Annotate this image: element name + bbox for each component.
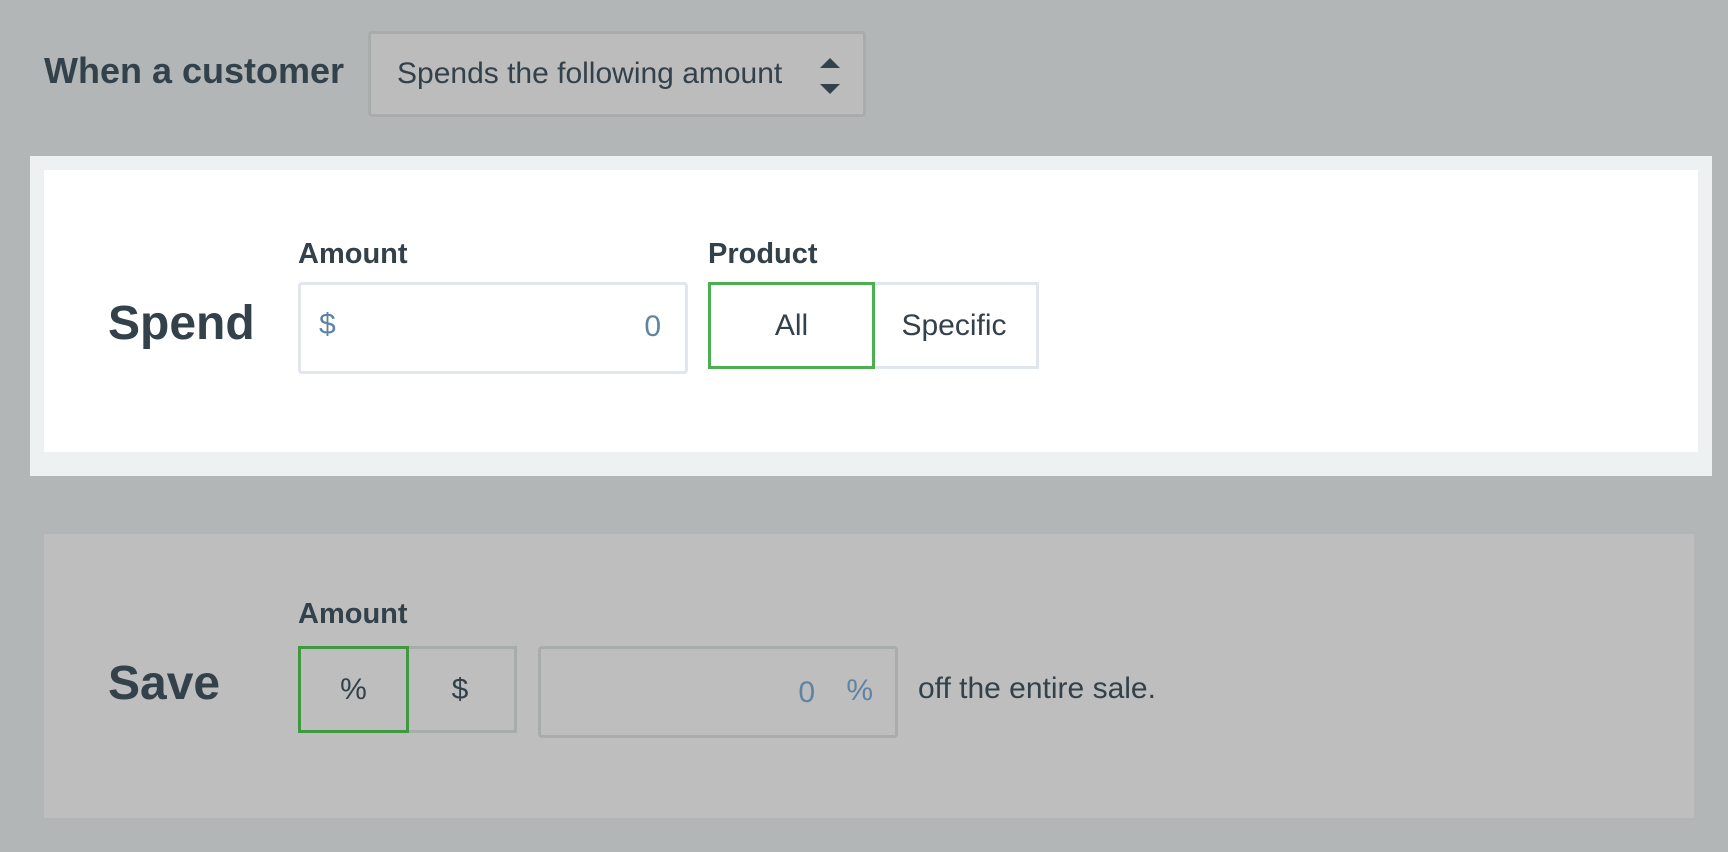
spend-panel-body: Spend Amount $ 0 Product All Specific — [44, 170, 1698, 452]
save-amount-input[interactable]: 0 % — [538, 646, 898, 738]
product-option-all[interactable]: All — [708, 282, 875, 369]
rule-type-select-value: Spends the following amount — [397, 57, 783, 90]
spend-amount-input[interactable]: $ 0 — [298, 282, 688, 374]
product-option-specific[interactable]: Specific — [872, 282, 1039, 369]
discount-type-dollar[interactable]: $ — [406, 646, 517, 733]
discount-type-percent[interactable]: % — [298, 646, 409, 733]
spend-amount-value: 0 — [644, 310, 661, 343]
currency-prefix: $ — [319, 308, 336, 341]
sort-arrows-icon — [819, 56, 841, 98]
percent-suffix: % — [846, 674, 873, 707]
trigger-row: When a customer Spends the following amo… — [44, 31, 866, 121]
trigger-label: When a customer — [44, 50, 345, 91]
rule-type-select[interactable]: Spends the following amount — [368, 31, 866, 117]
spend-title: Spend — [108, 297, 255, 350]
save-amount-value: 0 — [798, 676, 815, 709]
save-panel: Save Amount % $ 0 % off the entire sale. — [44, 534, 1694, 818]
save-title: Save — [108, 657, 221, 710]
spend-panel: Spend Amount $ 0 Product All Specific — [30, 156, 1712, 476]
spend-amount-label: Amount — [298, 238, 408, 270]
product-label: Product — [708, 238, 818, 270]
save-amount-label: Amount — [298, 598, 408, 630]
save-scope-text: off the entire sale. — [918, 672, 1156, 705]
